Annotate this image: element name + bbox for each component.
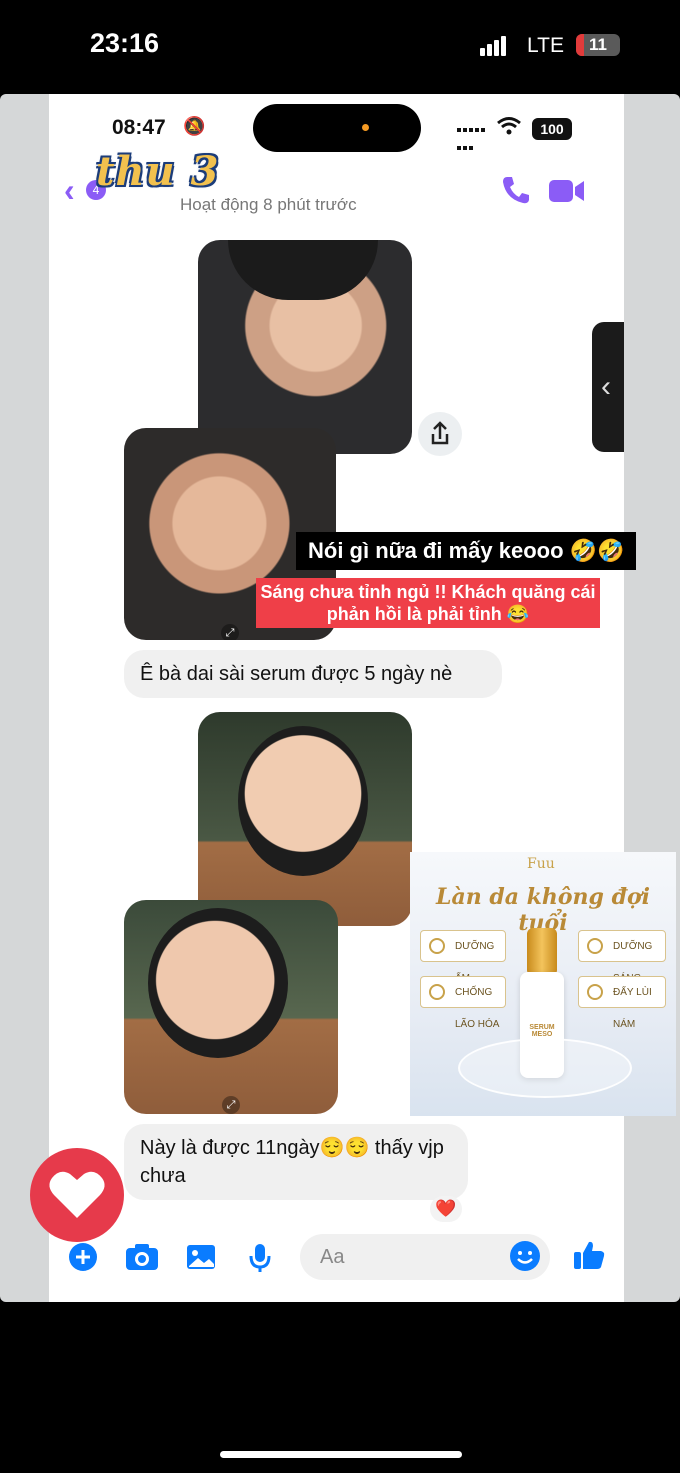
name-sticker: thu 3 — [96, 148, 220, 195]
overlay-caption: Nói gì nữa đi mấy keooo 🤣🤣 — [296, 532, 637, 570]
side-panel-tab[interactable]: ‹ — [592, 322, 624, 452]
inner-status-time: 08:47 — [112, 116, 166, 139]
glass-dish — [458, 1038, 632, 1098]
message-text: Này là được 11ngày😌😌 thấy vjp chưa — [140, 1137, 444, 1187]
bell-off-icon: 🔕 — [183, 116, 206, 136]
phone-call-icon[interactable] — [500, 174, 532, 206]
camera-icon[interactable] — [124, 1242, 160, 1272]
chat-photo-1[interactable]: ⤢ — [198, 240, 412, 454]
emoji-icon[interactable] — [509, 1240, 541, 1272]
chat-photo-4[interactable]: ⤢ — [124, 900, 338, 1114]
expand-icon[interactable]: ⤢ — [221, 624, 239, 640]
battery-level: 11 — [589, 35, 607, 54]
activity-status: Hoạt động 8 phút trước — [180, 195, 357, 214]
overlay-caption-red: Sáng chưa tỉnh ngủ !! Khách quăng cái ph… — [256, 578, 600, 628]
promo-chip: CHỐNG LÃO HÓA — [420, 976, 506, 1030]
message-bubble[interactable]: Này là được 11ngày😌😌 thấy vjp chưa — [124, 1124, 468, 1200]
heart-icon — [49, 1171, 105, 1218]
add-icon[interactable] — [68, 1242, 98, 1272]
back-button[interactable]: ‹ — [64, 172, 75, 209]
message-text: Ê bà dai sài serum được 5 ngày nè — [140, 663, 453, 685]
gallery-icon[interactable] — [185, 1242, 217, 1272]
recording-dot-icon — [362, 124, 369, 131]
brand-logo: Fuu — [527, 856, 555, 872]
wifi-icon — [497, 117, 521, 135]
message-bubble[interactable]: Ê bà dai sài serum được 5 ngày nè — [124, 650, 502, 698]
promo-chip: DƯỠNG SÁNG — [578, 930, 666, 984]
microphone-icon[interactable] — [248, 1242, 272, 1274]
share-icon — [431, 421, 449, 445]
promo-image: Fuu Làn da không đợi tuổi DƯỠNG ẨM DƯỠNG… — [410, 852, 676, 1116]
share-button[interactable] — [418, 412, 462, 456]
inner-battery-icon: 100 — [532, 118, 572, 140]
promo-chip: DƯỠNG ẨM — [420, 930, 506, 984]
home-indicator[interactable] — [220, 1451, 462, 1458]
chat-photo-3[interactable]: ⤢ — [198, 712, 412, 926]
reaction-badge[interactable]: ❤️ — [430, 1196, 462, 1222]
network-label: LTE — [527, 34, 564, 57]
input-placeholder: Aa — [320, 1246, 345, 1268]
status-time: 23:16 — [90, 28, 160, 58]
like-heart-button[interactable] — [30, 1148, 124, 1242]
chevron-left-icon: ‹ — [601, 370, 611, 403]
thumbs-up-icon[interactable] — [572, 1238, 606, 1272]
dynamic-island — [253, 104, 421, 152]
video-call-icon[interactable] — [548, 178, 586, 204]
inner-signal-icon — [456, 120, 486, 156]
battery-icon: 11 — [576, 34, 620, 56]
promo-chip: ĐẨY LÙI NÁM — [578, 976, 666, 1030]
signal-icon — [480, 36, 508, 56]
expand-icon[interactable]: ⤢ — [222, 1096, 240, 1114]
bottle-label: SERUM MESO — [529, 1024, 555, 1038]
